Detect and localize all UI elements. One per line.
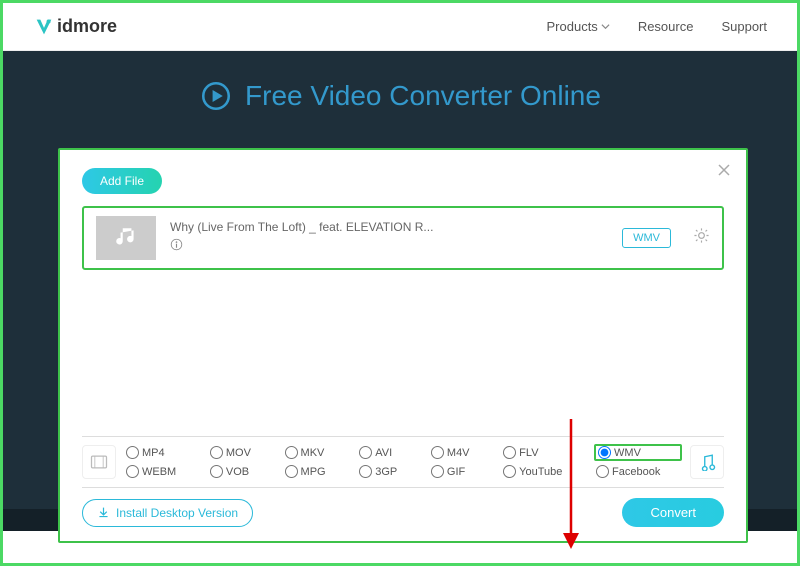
converter-modal: Add File Why (Live From The Loft) _ feat…: [58, 148, 748, 543]
file-meta: Why (Live From The Loft) _ feat. ELEVATI…: [170, 220, 608, 256]
annotation-arrow: [560, 415, 582, 555]
info-icon[interactable]: [170, 238, 608, 256]
gear-icon[interactable]: [693, 227, 710, 249]
nav-resource[interactable]: Resource: [638, 19, 694, 34]
format-option-gif[interactable]: GIF: [431, 465, 489, 478]
top-nav: Products Resource Support: [547, 19, 768, 34]
file-name: Why (Live From The Loft) _ feat. ELEVATI…: [170, 220, 608, 234]
format-option-mov[interactable]: MOV: [210, 446, 271, 459]
file-thumbnail: [96, 216, 156, 260]
format-option-m4v[interactable]: M4V: [431, 446, 489, 459]
convert-button[interactable]: Convert: [622, 498, 724, 527]
page-title: Free Video Converter Online: [199, 79, 601, 113]
format-option-3gp[interactable]: 3GP: [359, 465, 417, 478]
format-option-mp4[interactable]: MP4: [126, 446, 196, 459]
file-row: Why (Live From The Loft) _ feat. ELEVATI…: [82, 206, 724, 270]
app-header: idmore Products Resource Support: [3, 3, 797, 51]
download-icon: [97, 506, 110, 519]
format-option-avi[interactable]: AVI: [359, 446, 417, 459]
format-option-wmv[interactable]: WMV: [594, 444, 682, 461]
format-selector: MP4MOVMKVAVIM4VFLVWMVWEBMVOBMPG3GPGIFYou…: [82, 436, 724, 488]
brand-logo[interactable]: idmore: [33, 16, 117, 38]
install-desktop-button[interactable]: Install Desktop Version: [82, 499, 253, 527]
logo-icon: [33, 16, 55, 38]
audio-tab-icon[interactable]: [690, 445, 724, 479]
format-option-webm[interactable]: WEBM: [126, 465, 196, 478]
nav-products[interactable]: Products: [547, 19, 610, 34]
format-option-facebook[interactable]: Facebook: [596, 465, 680, 478]
modal-footer: Install Desktop Version Convert: [82, 498, 724, 527]
add-file-button[interactable]: Add File: [82, 168, 162, 194]
video-tab-icon[interactable]: [82, 445, 116, 479]
format-option-mkv[interactable]: MKV: [285, 446, 346, 459]
close-icon[interactable]: [716, 162, 732, 183]
chevron-down-icon: [601, 22, 610, 31]
music-note-icon: [113, 225, 139, 251]
brand-text: idmore: [57, 16, 117, 37]
play-circle-icon: [199, 79, 233, 113]
nav-support[interactable]: Support: [721, 19, 767, 34]
format-badge[interactable]: WMV: [622, 228, 671, 248]
format-option-mpg[interactable]: MPG: [285, 465, 346, 478]
format-option-vob[interactable]: VOB: [210, 465, 271, 478]
